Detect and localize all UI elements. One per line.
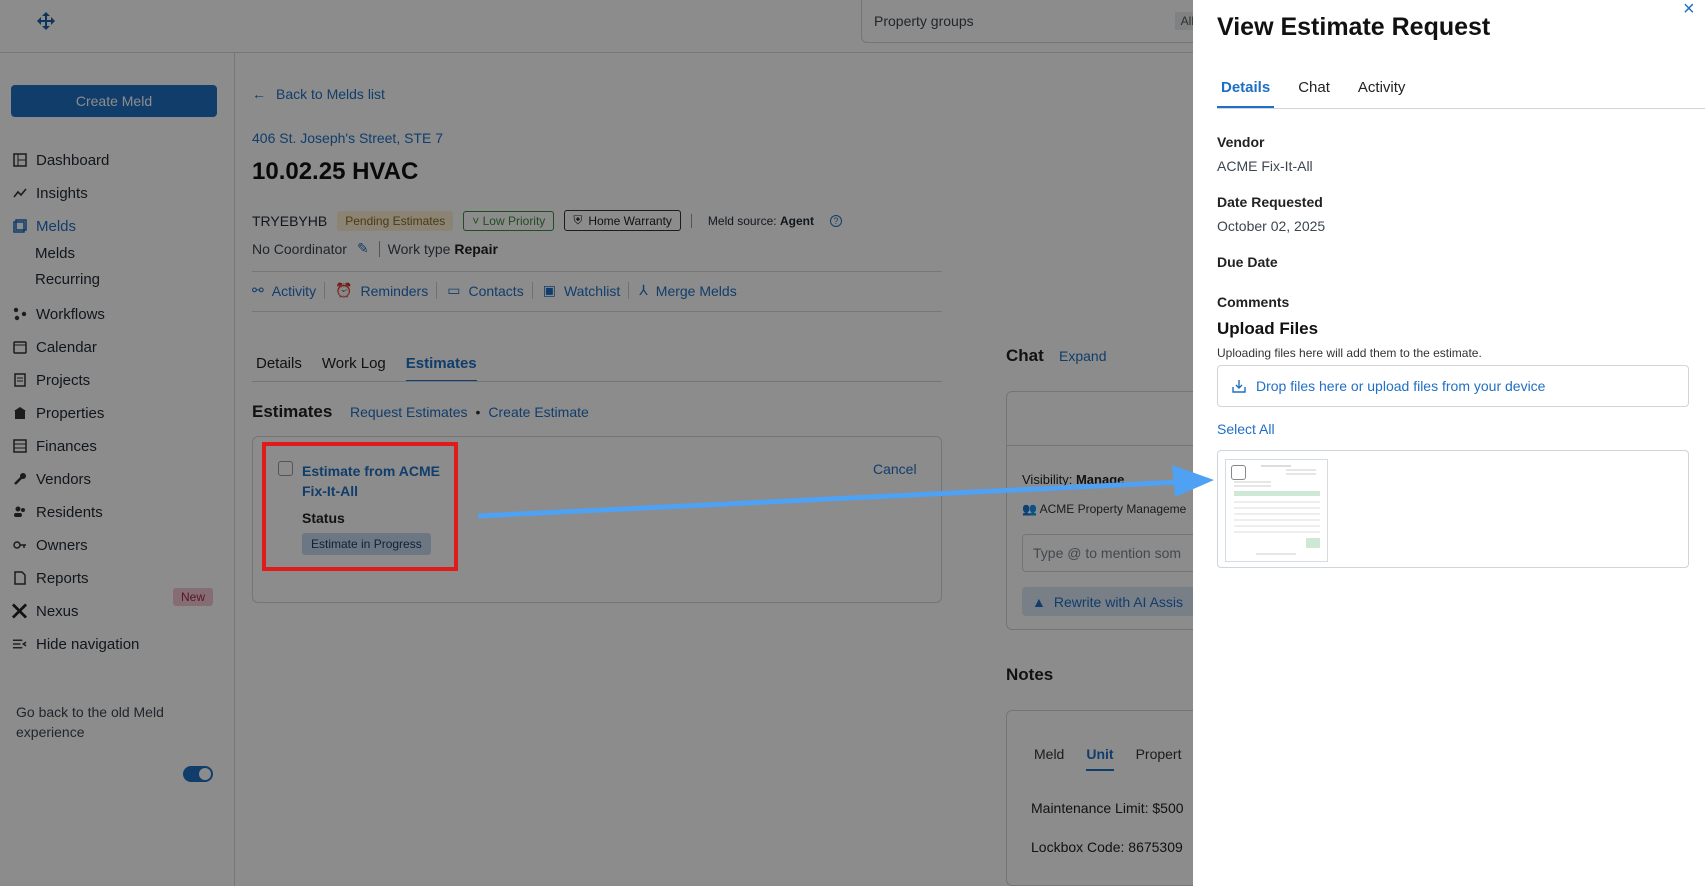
date-requested-value: October 02, 2025 (1217, 218, 1326, 234)
panel-tab-details[interactable]: Details (1217, 79, 1275, 108)
panel-tab-activity[interactable]: Activity (1354, 79, 1410, 108)
app-window: Property groups All Create Meld Dashboar… (0, 0, 1705, 886)
date-requested-label: Date Requested (1217, 194, 1323, 210)
upload-files-note: Uploading files here will add them to th… (1217, 346, 1482, 360)
panel-tabs: Details Chat Activity (1217, 79, 1409, 108)
file-checkbox[interactable] (1231, 465, 1246, 480)
select-all-link[interactable]: Select All (1217, 421, 1275, 437)
modal-overlay[interactable] (0, 0, 1193, 886)
upload-files-title: Upload Files (1217, 319, 1319, 338)
vendor-value: ACME Fix-It-All (1217, 158, 1313, 174)
panel-title: View Estimate Request (1217, 13, 1491, 41)
due-date-label: Due Date (1217, 254, 1278, 270)
comments-label: Comments (1217, 294, 1290, 310)
estimate-request-panel (1193, 0, 1705, 886)
dropzone-label: Drop files here or upload files from you… (1256, 378, 1546, 394)
upload-icon (1232, 380, 1246, 393)
highlight-box (262, 442, 458, 571)
vendor-label: Vendor (1217, 134, 1265, 150)
close-icon[interactable]: × (1683, 0, 1695, 19)
panel-tab-chat[interactable]: Chat (1294, 79, 1334, 108)
file-dropzone[interactable]: Drop files here or upload files from you… (1217, 365, 1689, 407)
divider (1217, 108, 1705, 109)
